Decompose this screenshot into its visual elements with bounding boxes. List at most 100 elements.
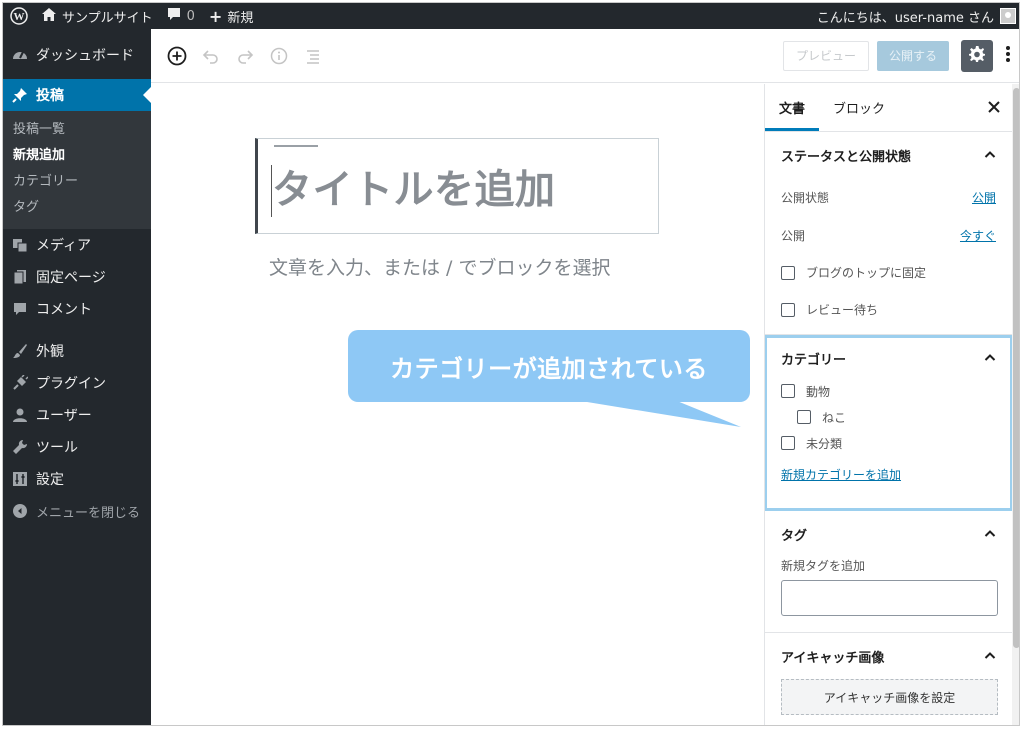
sticky-checkbox[interactable]: [781, 265, 795, 280]
add-block-icon[interactable]: [165, 44, 189, 68]
publish-date-link[interactable]: 今すぐ: [960, 227, 996, 244]
settings-toggle-button[interactable]: [961, 39, 993, 72]
sidebar-item-appearance[interactable]: 外観: [3, 335, 151, 367]
sidebar-item-comments[interactable]: コメント: [3, 293, 151, 325]
settings-tabs: 文書 ブロック: [765, 84, 1012, 132]
submenu-categories[interactable]: カテゴリー: [3, 169, 151, 195]
tags-panel-header[interactable]: タグ: [781, 511, 996, 557]
close-icon[interactable]: [988, 98, 1000, 117]
chevron-up-icon: [984, 352, 996, 364]
submenu-add-new[interactable]: 新規追加: [3, 143, 151, 169]
user-icon: [11, 406, 29, 424]
sidebar-item-pages[interactable]: 固定ページ: [3, 261, 151, 293]
home-icon: [42, 7, 56, 25]
category-label: 未分類: [806, 436, 843, 451]
toolbar-actions: プレビュー 公開する: [782, 39, 1019, 72]
pending-review-label: レビュー待ち: [806, 303, 879, 317]
categories-panel-header[interactable]: カテゴリー: [781, 338, 996, 378]
status-panel-header[interactable]: ステータスと公開状態: [781, 132, 996, 178]
dashboard-icon: [11, 46, 29, 64]
chevron-up-icon: [984, 650, 996, 662]
wrench-icon: [11, 438, 29, 456]
category-item: 動物: [781, 378, 996, 404]
sidebar-item-dashboard[interactable]: ダッシュボード: [3, 39, 151, 71]
publish-button[interactable]: 公開する: [876, 40, 949, 71]
category-checkbox[interactable]: [797, 410, 811, 424]
title-toolbar-line: [274, 145, 318, 147]
post-title-placeholder: タイトルを追加: [272, 167, 556, 213]
featured-image-panel-title: アイキャッチ画像: [781, 650, 885, 666]
tab-document[interactable]: 文書: [765, 84, 819, 131]
site-name-link[interactable]: サンプルサイト: [35, 3, 160, 29]
visibility-label: 公開状態: [781, 190, 830, 205]
tags-panel: タグ 新規タグを追加: [765, 511, 1012, 633]
featured-image-panel: アイキャッチ画像 アイキャッチ画像を設定: [765, 633, 1012, 715]
brush-icon: [11, 342, 29, 360]
preview-button[interactable]: プレビュー: [782, 40, 869, 71]
categories-panel: カテゴリー 動物 ねこ 未分類 新規カテゴリーを追加: [765, 335, 1012, 511]
account-menu[interactable]: こんにちは、user-name さん: [817, 7, 1019, 26]
category-item: 未分類: [781, 430, 996, 456]
category-checkbox[interactable]: [781, 436, 795, 450]
add-tag-label: 新規タグを追加: [781, 559, 866, 573]
editor-toolbar: プレビュー 公開する: [151, 29, 1019, 83]
new-content-link[interactable]: + 新規: [202, 3, 260, 29]
wordpress-logo-icon[interactable]: W: [3, 3, 35, 29]
comment-bubble-icon: [167, 7, 181, 25]
scrollbar-thumb[interactable]: [1013, 88, 1019, 648]
sticky-row: ブログのトップに固定: [781, 254, 996, 291]
tab-block[interactable]: ブロック: [819, 84, 899, 131]
chevron-up-icon: [984, 149, 996, 161]
sidebar-item-label: 設定: [36, 472, 64, 488]
body-block-placeholder[interactable]: 文章を入力、または / でブロックを選択: [269, 250, 629, 286]
category-label: ねこ: [822, 410, 847, 425]
comments-link[interactable]: 0: [160, 3, 202, 29]
featured-image-panel-header[interactable]: アイキャッチ画像: [781, 633, 996, 679]
categories-panel-title: カテゴリー: [781, 352, 847, 368]
category-checkbox[interactable]: [781, 384, 795, 398]
sidebar-item-label: プラグイン: [36, 376, 106, 392]
sidebar-item-label: 外観: [36, 344, 64, 360]
add-category-link[interactable]: 新規カテゴリーを追加: [781, 466, 996, 483]
annotation-callout: カテゴリーが追加されている: [348, 330, 750, 402]
admin-sidebar: ダッシュボード 投稿 投稿一覧 新規追加 カテゴリー タグ メディア 固定ページ: [3, 29, 151, 725]
sidebar-item-plugins[interactable]: プラグイン: [3, 367, 151, 399]
submenu-all-posts[interactable]: 投稿一覧: [3, 117, 151, 143]
admin-bar: W サンプルサイト 0 + 新規 こんにちは、user-name さん: [3, 3, 1019, 29]
post-title-block[interactable]: タイトルを追加: [255, 138, 659, 234]
collapse-arrow-icon: [11, 502, 29, 520]
sidebar-item-label: コメント: [36, 302, 92, 318]
status-panel-title: ステータスと公開状態: [781, 149, 912, 165]
set-featured-image-button[interactable]: アイキャッチ画像を設定: [781, 679, 998, 715]
media-icon: [11, 236, 29, 254]
tag-input[interactable]: [781, 580, 998, 616]
settings-sidebar: 文書 ブロック ステータスと公開状態 公開状態 公開 公開 今すぐ ブログのトッ…: [764, 84, 1012, 725]
site-name: サンプルサイト: [62, 10, 153, 26]
sidebar-item-label: 固定ページ: [36, 270, 106, 286]
visibility-link[interactable]: 公開: [972, 189, 996, 206]
sidebar-item-settings[interactable]: 設定: [3, 463, 151, 495]
posts-submenu: 投稿一覧 新規追加 カテゴリー タグ: [3, 111, 151, 229]
undo-icon[interactable]: [199, 44, 223, 68]
sidebar-item-media[interactable]: メディア: [3, 229, 151, 261]
sidebar-item-users[interactable]: ユーザー: [3, 399, 151, 431]
sidebar-item-tools[interactable]: ツール: [3, 431, 151, 463]
info-icon[interactable]: [267, 44, 291, 68]
settings-scrollbar[interactable]: [1012, 84, 1019, 725]
plugin-icon: [11, 374, 29, 392]
collapse-menu-button[interactable]: メニューを閉じる: [3, 495, 151, 527]
more-options-button[interactable]: [999, 40, 1017, 72]
plus-icon: +: [208, 6, 223, 26]
sidebar-item-posts[interactable]: 投稿: [3, 79, 151, 111]
comment-icon: [11, 300, 29, 318]
redo-icon[interactable]: [233, 44, 257, 68]
page-icon: [11, 268, 29, 286]
pending-review-checkbox[interactable]: [781, 302, 795, 317]
vertical-ellipsis-icon: [1006, 45, 1010, 67]
sidebar-item-label: ダッシュボード: [36, 48, 134, 64]
list-view-icon[interactable]: [301, 44, 325, 68]
publish-row: 公開 今すぐ: [781, 216, 996, 254]
submenu-tags[interactable]: タグ: [3, 195, 151, 221]
sidebar-item-label: ユーザー: [36, 408, 92, 424]
tags-panel-title: タグ: [781, 528, 808, 544]
